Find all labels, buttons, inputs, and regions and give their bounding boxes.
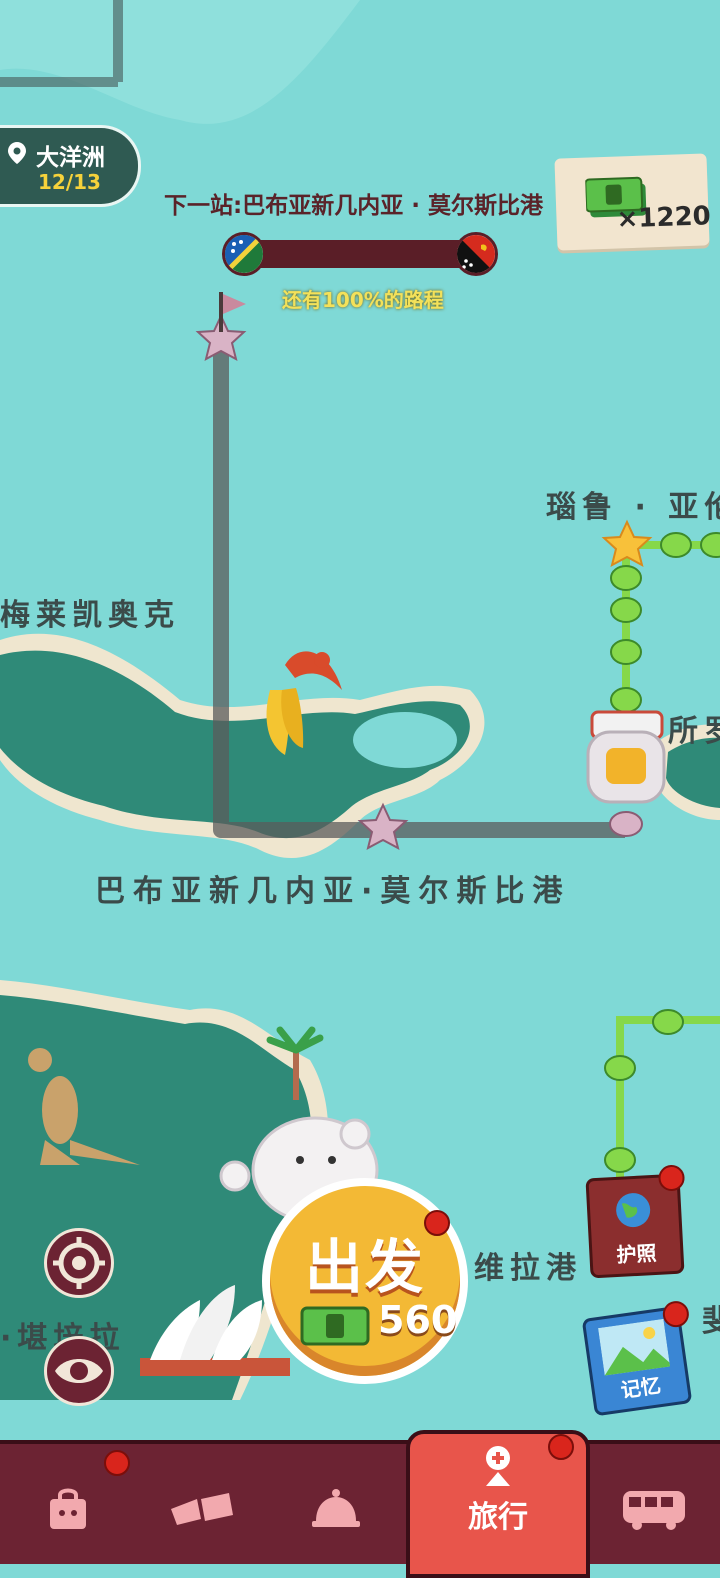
view-button[interactable] <box>44 1336 114 1406</box>
nav-travel-label: 旅行 <box>468 1500 528 1535</box>
passport-button[interactable]: 护照 <box>585 1164 686 1279</box>
route-progress-bar <box>222 232 498 276</box>
nav-shop[interactable] <box>18 1464 118 1554</box>
map-label-melekeok: 梅莱凯奥克 <box>0 598 180 633</box>
map-label-nauru: 瑙鲁 · 亚伦 <box>546 490 720 525</box>
region-name: 大洋洲 <box>36 145 105 171</box>
remaining-distance-text: 还有100%的路程 <box>282 288 444 312</box>
notification-dot <box>424 1210 450 1236</box>
cash-icon <box>300 1306 370 1346</box>
nav-tickets[interactable] <box>152 1464 252 1554</box>
region-indicator[interactable]: 大洋洲 12/13 <box>0 125 141 207</box>
map-label-port-vila: 维拉港 <box>474 1251 582 1286</box>
nav-service[interactable] <box>286 1464 386 1554</box>
cash-counter[interactable]: ×1220 <box>554 153 712 251</box>
depart-cost: 560 <box>378 1298 458 1342</box>
notification-dot <box>548 1434 574 1460</box>
progress-track <box>242 240 478 268</box>
next-stop-title: 下一站:巴布亚新几内亚 · 莫尔斯比港 <box>164 193 543 219</box>
eye-icon <box>55 1359 103 1383</box>
notification-dot <box>104 1450 130 1476</box>
map-label-port-moresby: 巴布亚新几内亚·莫尔斯比港 <box>95 874 571 909</box>
landscape-photo-icon <box>598 1318 671 1376</box>
papua-new-guinea-flag-icon <box>454 232 498 276</box>
memory-album-button[interactable]: 记忆 <box>581 1299 693 1417</box>
map-label-fiji: 斐 <box>702 1296 720 1340</box>
shop-bag-icon <box>50 1488 86 1529</box>
nav-travel[interactable]: 旅行 <box>406 1430 590 1578</box>
location-pin-icon <box>8 142 26 164</box>
depart-button[interactable]: 出发 560 <box>262 1178 468 1384</box>
travel-icon <box>486 1446 510 1486</box>
plane-tickets-icon <box>171 1493 233 1525</box>
crosshair-icon <box>53 1237 105 1289</box>
service-bell-icon <box>312 1489 360 1527</box>
globe-icon <box>616 1193 651 1228</box>
locate-button[interactable] <box>44 1228 114 1298</box>
cash-count: ×1220 <box>616 201 712 235</box>
nav-bus[interactable] <box>604 1464 704 1554</box>
bus-icon <box>623 1491 685 1530</box>
region-progress: 12/13 <box>38 170 101 194</box>
passport-label: 护照 <box>615 1240 658 1267</box>
bottom-navigation: 旅行 <box>0 1430 720 1578</box>
map-label-solomon: 所罗 <box>668 714 720 749</box>
solomon-islands-flag-icon <box>222 232 266 276</box>
